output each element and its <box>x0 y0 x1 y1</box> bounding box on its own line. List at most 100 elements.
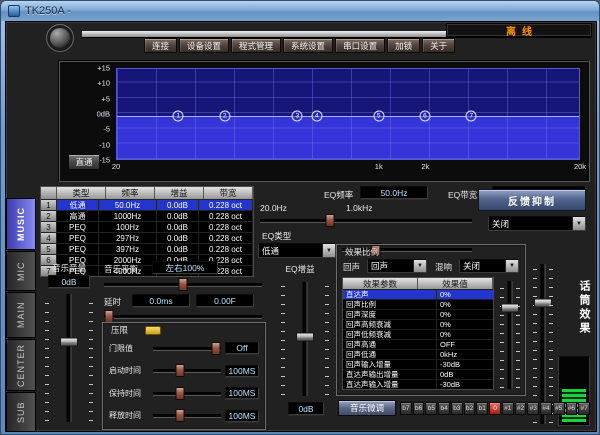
balance-slider[interactable] <box>104 278 262 291</box>
effect-row[interactable]: 回声低频衰减0% <box>343 329 493 339</box>
feedback-suppression-button[interactable]: 反馈抑制 <box>478 189 586 211</box>
eq-table-row[interactable]: 1低通50.0Hz0.0dB0.228 oct <box>41 199 253 210</box>
eq-band-marker[interactable]: 4 <box>311 110 322 121</box>
fine-tune-step-button[interactable]: b7 <box>400 402 412 415</box>
fine-tune-step-button[interactable]: #3 <box>527 402 539 415</box>
fine-tune-step-button[interactable]: b1 <box>476 402 488 415</box>
effect-row[interactable]: 直达声0% <box>343 289 493 299</box>
eq-type-dropdown[interactable]: 低通 <box>258 243 336 258</box>
effect-value: 0dB <box>437 370 493 379</box>
menu-button-3[interactable]: 程式管理 <box>231 38 281 53</box>
tab-main[interactable]: MAIN <box>6 292 36 338</box>
effect-row[interactable]: 回声比例0% <box>343 299 493 309</box>
slider-handle[interactable] <box>325 214 334 227</box>
slider-handle[interactable] <box>211 342 220 355</box>
effect-row[interactable]: 直达声输入增量-30dB <box>343 379 493 389</box>
music-volume-fader[interactable] <box>42 292 96 424</box>
eq-band-marker[interactable]: 2 <box>219 110 230 121</box>
eq-band-marker[interactable]: 7 <box>466 110 477 121</box>
eq-freq-slider[interactable] <box>260 214 472 227</box>
fine-tune-step-button[interactable]: #5 <box>553 402 565 415</box>
fine-tune-step-button[interactable]: b3 <box>451 402 463 415</box>
effect-row[interactable]: 回声输入增量-30dB <box>343 359 493 369</box>
eq-table-row[interactable]: 2高通1000Hz0.0dB0.228 oct <box>41 210 253 221</box>
effect-row[interactable]: 回声低通0kHz <box>343 349 493 359</box>
effect-row[interactable]: 回声高频衰减0% <box>343 319 493 329</box>
app-client-area: 连接设备设置程式管理系统设置串口设置加锁关于 离线 1234567 +15+10… <box>5 21 597 432</box>
fader-track <box>508 281 513 389</box>
menu-bar: 连接设备设置程式管理系统设置串口设置加锁关于 <box>144 38 455 53</box>
compressor-slider[interactable] <box>153 364 221 377</box>
eq-table-row[interactable]: 4PEQ297Hz0.0dB0.228 oct <box>41 232 253 243</box>
fine-tune-step-button[interactable]: b6 <box>413 402 425 415</box>
effect-row[interactable]: 回声高通OFF <box>343 339 493 349</box>
feedback-mode-dropdown[interactable]: 关闭 <box>488 216 586 231</box>
eq-gain-fader[interactable] <box>278 280 332 398</box>
chevron-down-icon[interactable] <box>413 260 426 272</box>
fine-tune-step-button[interactable]: b5 <box>425 402 437 415</box>
effect-param: 直达声输入增量 <box>343 380 437 389</box>
eq-table-row[interactable]: 3PEQ100Hz0.0dB0.228 oct <box>41 221 253 232</box>
fader-handle[interactable] <box>534 299 552 308</box>
fader-handle[interactable] <box>296 332 314 341</box>
menu-button-2[interactable]: 设备设置 <box>179 38 229 53</box>
eq-bw-cell: 0.228 oct <box>199 244 253 254</box>
reverb-dropdown[interactable]: 关闭 <box>459 259 519 273</box>
fine-tune-step-button[interactable]: #2 <box>515 402 527 415</box>
slider-handle[interactable] <box>176 409 185 422</box>
titlebar[interactable]: TK250A - <box>1 1 599 21</box>
fader-handle[interactable] <box>501 304 519 313</box>
eq-band-marker[interactable]: 1 <box>173 110 184 121</box>
bypass-button[interactable]: 直通 <box>68 154 100 170</box>
tab-center[interactable]: CENTER <box>6 339 36 391</box>
effect-value: 0% <box>437 310 493 319</box>
tab-sub[interactable]: SUB <box>6 392 36 432</box>
chevron-down-icon[interactable] <box>572 217 585 230</box>
fader-handle[interactable] <box>60 338 78 347</box>
delay-ms-value: 0.0ms <box>132 294 190 307</box>
echo-dropdown[interactable]: 回声 <box>367 259 427 273</box>
menu-button-4[interactable]: 系统设置 <box>283 38 333 53</box>
effect-row[interactable]: 直达声输出增量0dB <box>343 369 493 379</box>
effect-value: 0% <box>437 320 493 329</box>
compressor-row: 保持时间100MS <box>107 386 261 400</box>
chevron-down-icon[interactable] <box>505 260 518 272</box>
eq-type-cell: 低通 <box>57 200 99 210</box>
eq-type-cell: PEQ <box>57 244 99 254</box>
menu-button-7[interactable]: 关于 <box>422 38 455 53</box>
slider-track <box>104 315 262 319</box>
compressor-slider[interactable] <box>153 409 221 422</box>
effect-ratio-fader[interactable] <box>497 279 523 391</box>
effect-row[interactable]: 回声深度0% <box>343 309 493 319</box>
menu-button-5[interactable]: 串口设置 <box>335 38 385 53</box>
fine-tune-button[interactable]: 音乐微调 <box>338 400 396 416</box>
eq-type-cell: PEQ <box>57 233 99 243</box>
menu-button-6[interactable]: 加锁 <box>387 38 420 53</box>
fine-tune-step-button[interactable]: 0 <box>489 402 501 415</box>
compressor-slider[interactable] <box>153 342 221 355</box>
reverb-label: 混响 <box>435 261 452 273</box>
eq-response-plot[interactable]: 1 2 34 5 6 7 <box>116 68 580 160</box>
fine-tune-step-button[interactable]: b4 <box>438 402 450 415</box>
slider-handle[interactable] <box>176 387 185 400</box>
eq-table-row[interactable]: 5PEQ397Hz0.0dB0.228 oct <box>41 243 253 254</box>
y-axis-label: -15 <box>99 156 110 165</box>
eq-band-marker[interactable]: 3 <box>292 110 303 121</box>
eq-band-marker[interactable]: 6 <box>419 110 430 121</box>
fine-tune-step-button[interactable]: #7 <box>578 402 590 415</box>
tab-music[interactable]: MUSIC <box>6 198 36 250</box>
freq-range-min: 20.0Hz <box>260 203 287 213</box>
fine-tune-step-button[interactable]: #6 <box>566 402 578 415</box>
fine-tune-step-button[interactable]: #4 <box>540 402 552 415</box>
compressor-slider[interactable] <box>153 387 221 400</box>
tab-mic[interactable]: MIC <box>6 251 36 291</box>
eq-band-marker[interactable]: 5 <box>373 110 384 121</box>
fine-tune-step-button[interactable]: b2 <box>464 402 476 415</box>
slider-handle[interactable] <box>176 364 185 377</box>
compressor-enable-indicator[interactable] <box>145 326 161 335</box>
eq-gain-value: 0dB <box>288 402 324 415</box>
chevron-down-icon[interactable] <box>322 244 335 257</box>
slider-handle[interactable] <box>179 278 188 291</box>
fine-tune-step-button[interactable]: #1 <box>502 402 514 415</box>
menu-button-1[interactable]: 连接 <box>144 38 177 53</box>
